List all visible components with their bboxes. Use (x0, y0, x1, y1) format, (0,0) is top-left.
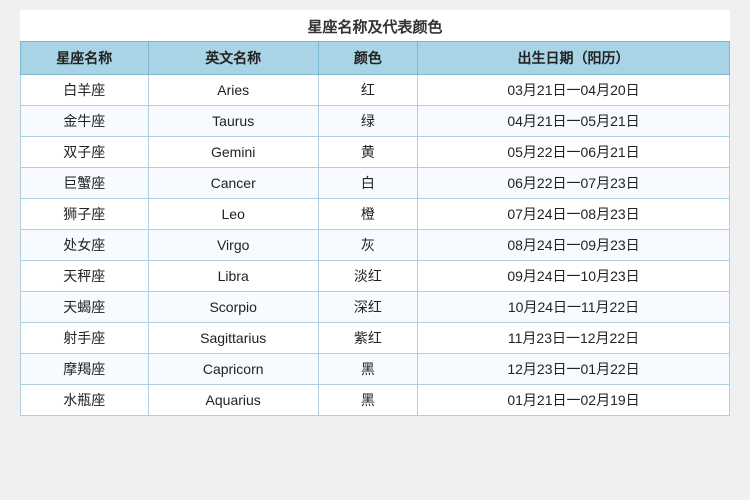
cell-zh-10: 水瓶座 (21, 385, 149, 416)
cell-date-3: 06月22日一07月23日 (418, 168, 730, 199)
cell-color-0: 红 (318, 75, 417, 106)
cell-zh-6: 天秤座 (21, 261, 149, 292)
cell-date-7: 10月24日一11月22日 (418, 292, 730, 323)
cell-date-2: 05月22日一06月21日 (418, 137, 730, 168)
cell-en-1: Taurus (148, 106, 318, 137)
cell-en-5: Virgo (148, 230, 318, 261)
cell-zh-7: 天蝎座 (21, 292, 149, 323)
cell-zh-4: 狮子座 (21, 199, 149, 230)
cell-zh-2: 双子座 (21, 137, 149, 168)
cell-color-4: 橙 (318, 199, 417, 230)
cell-color-9: 黑 (318, 354, 417, 385)
header-en: 英文名称 (148, 42, 318, 75)
table-row: 双子座Gemini黄05月22日一06月21日 (21, 137, 730, 168)
cell-en-3: Cancer (148, 168, 318, 199)
cell-zh-5: 处女座 (21, 230, 149, 261)
cell-en-10: Aquarius (148, 385, 318, 416)
cell-color-6: 淡红 (318, 261, 417, 292)
cell-date-4: 07月24日一08月23日 (418, 199, 730, 230)
cell-zh-8: 射手座 (21, 323, 149, 354)
cell-color-3: 白 (318, 168, 417, 199)
cell-date-8: 11月23日一12月22日 (418, 323, 730, 354)
zodiac-table: 星座名称 英文名称 颜色 出生日期（阳历） 白羊座Aries红03月21日一04… (20, 41, 730, 416)
table-row: 天蝎座Scorpio深红10月24日一11月22日 (21, 292, 730, 323)
cell-zh-0: 白羊座 (21, 75, 149, 106)
table-row: 白羊座Aries红03月21日一04月20日 (21, 75, 730, 106)
cell-color-10: 黑 (318, 385, 417, 416)
table-row: 狮子座Leo橙07月24日一08月23日 (21, 199, 730, 230)
cell-zh-1: 金牛座 (21, 106, 149, 137)
header-color: 颜色 (318, 42, 417, 75)
table-row: 处女座Virgo灰08月24日一09月23日 (21, 230, 730, 261)
cell-en-2: Gemini (148, 137, 318, 168)
table-row: 射手座Sagittarius紫红11月23日一12月22日 (21, 323, 730, 354)
cell-color-2: 黄 (318, 137, 417, 168)
header-date: 出生日期（阳历） (418, 42, 730, 75)
table-row: 摩羯座Capricorn黑12月23日一01月22日 (21, 354, 730, 385)
table-header-row: 星座名称 英文名称 颜色 出生日期（阳历） (21, 42, 730, 75)
cell-color-5: 灰 (318, 230, 417, 261)
cell-date-0: 03月21日一04月20日 (418, 75, 730, 106)
cell-zh-3: 巨蟹座 (21, 168, 149, 199)
cell-en-9: Capricorn (148, 354, 318, 385)
cell-color-1: 绿 (318, 106, 417, 137)
cell-en-6: Libra (148, 261, 318, 292)
cell-date-1: 04月21日一05月21日 (418, 106, 730, 137)
cell-en-8: Sagittarius (148, 323, 318, 354)
main-container: 星座名称及代表颜色 星座名称 英文名称 颜色 出生日期（阳历） 白羊座Aries… (20, 10, 730, 416)
table-row: 水瓶座Aquarius黑01月21日一02月19日 (21, 385, 730, 416)
header-zh: 星座名称 (21, 42, 149, 75)
table-row: 天秤座Libra淡红09月24日一10月23日 (21, 261, 730, 292)
cell-date-5: 08月24日一09月23日 (418, 230, 730, 261)
cell-color-7: 深红 (318, 292, 417, 323)
cell-date-9: 12月23日一01月22日 (418, 354, 730, 385)
cell-date-10: 01月21日一02月19日 (418, 385, 730, 416)
page-title: 星座名称及代表颜色 (20, 10, 730, 41)
cell-zh-9: 摩羯座 (21, 354, 149, 385)
cell-en-4: Leo (148, 199, 318, 230)
cell-en-7: Scorpio (148, 292, 318, 323)
cell-date-6: 09月24日一10月23日 (418, 261, 730, 292)
cell-color-8: 紫红 (318, 323, 417, 354)
table-row: 巨蟹座Cancer白06月22日一07月23日 (21, 168, 730, 199)
cell-en-0: Aries (148, 75, 318, 106)
table-row: 金牛座Taurus绿04月21日一05月21日 (21, 106, 730, 137)
